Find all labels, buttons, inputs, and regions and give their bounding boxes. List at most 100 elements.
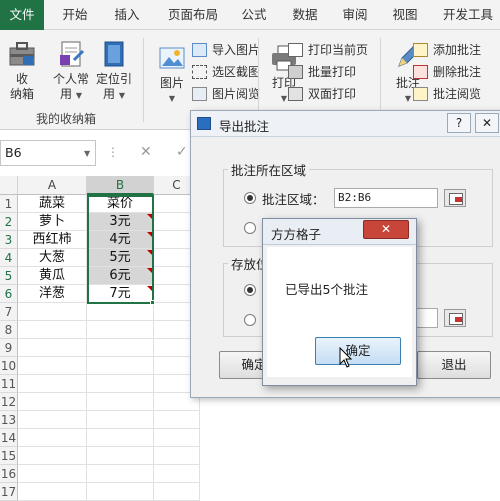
help-button[interactable]: ? bbox=[447, 113, 471, 133]
row-header[interactable]: 2 bbox=[0, 213, 18, 231]
row-header[interactable]: 5 bbox=[0, 267, 18, 285]
collect-box-button[interactable]: 收 纳箱 bbox=[4, 40, 40, 102]
cell-a[interactable] bbox=[18, 483, 87, 501]
cell-a[interactable]: 萝卜 bbox=[18, 213, 87, 231]
column-header-b[interactable]: B bbox=[87, 176, 154, 195]
duplex-print-button[interactable]: 双面打印 bbox=[286, 84, 356, 104]
row-header[interactable]: 9 bbox=[0, 339, 18, 357]
row-header[interactable]: 10 bbox=[0, 357, 18, 375]
cell-c[interactable] bbox=[154, 465, 200, 483]
close-button[interactable]: ✕ bbox=[475, 113, 499, 133]
row-header[interactable]: 15 bbox=[0, 447, 18, 465]
ok-button[interactable]: 确定 bbox=[315, 337, 401, 365]
print-current-page-button[interactable]: 打印当前页 bbox=[286, 40, 368, 60]
cell-a[interactable]: 洋葱 bbox=[18, 285, 87, 303]
region-radio[interactable] bbox=[244, 192, 256, 204]
cell-c[interactable] bbox=[154, 483, 200, 501]
cell-b[interactable] bbox=[87, 465, 154, 483]
tab-file[interactable]: 文件 bbox=[0, 0, 44, 30]
store-option-radio-2[interactable] bbox=[244, 314, 256, 326]
row-header[interactable]: 13 bbox=[0, 411, 18, 429]
cancel-icon[interactable]: ✕ bbox=[140, 144, 152, 160]
locate-reference-button[interactable]: 定位引 用 ▼ bbox=[94, 40, 134, 103]
tab-data[interactable]: 数据 bbox=[282, 0, 328, 30]
cell-b[interactable] bbox=[87, 483, 154, 501]
cell-a[interactable] bbox=[18, 321, 87, 339]
row-header[interactable]: 4 bbox=[0, 249, 18, 267]
cell-b[interactable] bbox=[87, 411, 154, 429]
tab-formulas[interactable]: 公式 bbox=[232, 0, 276, 30]
cell-c[interactable] bbox=[154, 429, 200, 447]
add-comment-button[interactable]: 添加批注 bbox=[411, 40, 481, 60]
fill-handle[interactable] bbox=[150, 300, 155, 305]
cell-a[interactable]: 黄瓜 bbox=[18, 267, 87, 285]
cell-b[interactable] bbox=[87, 357, 154, 375]
name-box[interactable]: B6 bbox=[0, 140, 96, 166]
cell-a[interactable] bbox=[18, 357, 87, 375]
cell-a[interactable] bbox=[18, 447, 87, 465]
select-all-corner[interactable] bbox=[0, 176, 18, 195]
personal-favorites-button[interactable]: 个人常 用 ▼ bbox=[50, 40, 92, 103]
column-header-a[interactable]: A bbox=[18, 176, 87, 195]
cell-b[interactable] bbox=[87, 321, 154, 339]
cell-b[interactable]: 菜价 bbox=[87, 195, 154, 213]
tab-review[interactable]: 审阅 bbox=[333, 0, 377, 30]
cell-c[interactable] bbox=[154, 411, 200, 429]
cell-b[interactable] bbox=[87, 429, 154, 447]
chevron-down-icon[interactable]: ▼ bbox=[84, 149, 90, 158]
cell-b[interactable] bbox=[87, 303, 154, 321]
other-region-radio[interactable] bbox=[244, 222, 256, 234]
cell-a[interactable]: 大葱 bbox=[18, 249, 87, 267]
import-image-button[interactable]: 导入图片 bbox=[190, 40, 260, 60]
row-header[interactable]: 11 bbox=[0, 375, 18, 393]
cell-b[interactable]: 3元 bbox=[87, 213, 154, 231]
cell-b[interactable]: 4元 bbox=[87, 231, 154, 249]
app-icon bbox=[197, 117, 211, 130]
cell-a[interactable]: 蔬菜 bbox=[18, 195, 87, 213]
cell-b[interactable]: 6元 bbox=[87, 267, 154, 285]
image-browse-button[interactable]: 图片阅览 bbox=[190, 84, 260, 104]
collect-box-label-2: 纳箱 bbox=[9, 87, 34, 101]
row-header[interactable]: 16 bbox=[0, 465, 18, 483]
comment-browse-button[interactable]: 批注阅览 bbox=[411, 84, 481, 104]
tab-home[interactable]: 开始 bbox=[50, 0, 100, 30]
cell-b[interactable]: 7元 bbox=[87, 285, 154, 303]
row-header[interactable]: 1 bbox=[0, 195, 18, 213]
tab-view[interactable]: 视图 bbox=[382, 0, 428, 30]
cell-c[interactable] bbox=[154, 447, 200, 465]
cell-a[interactable] bbox=[18, 411, 87, 429]
cell-b[interactable] bbox=[87, 339, 154, 357]
cell-b[interactable]: 5元 bbox=[87, 249, 154, 267]
tab-developer[interactable]: 开发工具 bbox=[436, 0, 500, 30]
close-button[interactable]: ✕ bbox=[363, 220, 409, 239]
range-picker-button[interactable] bbox=[444, 309, 466, 327]
delete-comment-button[interactable]: 删除批注 bbox=[411, 62, 481, 82]
row-header[interactable]: 6 bbox=[0, 285, 18, 303]
exit-button[interactable]: 退出 bbox=[417, 351, 491, 379]
range-picker-button[interactable] bbox=[444, 189, 466, 207]
tab-insert[interactable]: 插入 bbox=[103, 0, 151, 30]
cell-a[interactable] bbox=[18, 375, 87, 393]
row-header[interactable]: 14 bbox=[0, 429, 18, 447]
cell-a[interactable] bbox=[18, 429, 87, 447]
region-input[interactable]: B2:B6 bbox=[334, 188, 438, 208]
row-header[interactable]: 7 bbox=[0, 303, 18, 321]
cell-a[interactable] bbox=[18, 393, 87, 411]
row-header[interactable]: 3 bbox=[0, 231, 18, 249]
cell-b[interactable] bbox=[87, 375, 154, 393]
row-header[interactable]: 12 bbox=[0, 393, 18, 411]
cell-a[interactable] bbox=[18, 303, 87, 321]
row-header[interactable]: 8 bbox=[0, 321, 18, 339]
cell-b[interactable] bbox=[87, 447, 154, 465]
cell-b[interactable] bbox=[87, 393, 154, 411]
image-button[interactable]: 图片 ▼ bbox=[154, 44, 190, 106]
row-header[interactable]: 17 bbox=[0, 483, 18, 501]
cell-a[interactable]: 西红柿 bbox=[18, 231, 87, 249]
cell-a[interactable] bbox=[18, 465, 87, 483]
tab-page-layout[interactable]: 页面布局 bbox=[158, 0, 228, 30]
store-option-radio-1[interactable] bbox=[244, 284, 256, 296]
confirm-icon[interactable]: ✓ bbox=[176, 144, 188, 160]
batch-print-button[interactable]: 批量打印 bbox=[286, 62, 356, 82]
select-capture-button[interactable]: 选区截图 bbox=[190, 62, 260, 82]
cell-a[interactable] bbox=[18, 339, 87, 357]
